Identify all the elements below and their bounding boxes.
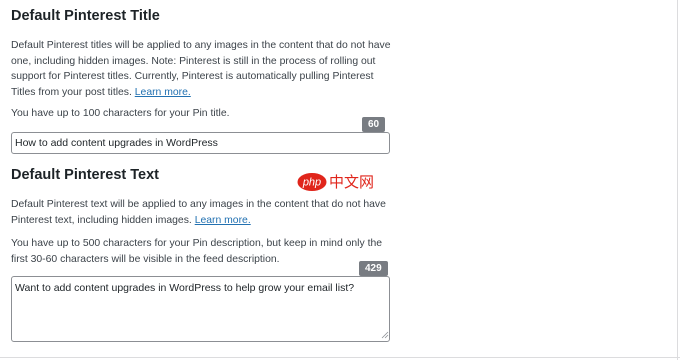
pinterest-text-learn-more-link[interactable]: Learn more. (195, 215, 251, 226)
pinterest-text-limit-note: You have up to 500 characters for your P… (11, 238, 383, 265)
panel-border-right (677, 0, 678, 360)
pinterest-title-description-text: Default Pinterest titles will be applied… (11, 40, 391, 98)
watermark-cn-text: 中文网 (329, 173, 374, 191)
pinterest-title-learn-more-link[interactable]: Learn more. (135, 87, 191, 98)
pinterest-text-heading: Default Pinterest Text (11, 167, 159, 183)
pinterest-title-input[interactable] (11, 132, 390, 154)
settings-panel: Default Pinterest Title Default Pinteres… (0, 0, 680, 360)
pinterest-title-description: Default Pinterest titles will be applied… (11, 38, 396, 100)
pinterest-text-textarea[interactable]: Want to add content upgrades in WordPres… (11, 276, 390, 342)
watermark-brand-text: php (302, 177, 321, 189)
pinterest-title-heading: Default Pinterest Title (11, 8, 160, 24)
pinterest-text-char-counter: 429 (359, 261, 388, 276)
pinterest-text-description: Default Pinterest text will be applied t… (11, 197, 396, 228)
textarea-resize-grip-icon[interactable] (381, 331, 389, 339)
panel-border-bottom (0, 357, 680, 358)
pinterest-title-limit-note: You have up to 100 characters for your P… (11, 108, 230, 119)
pinterest-title-char-counter: 60 (362, 117, 386, 132)
php-watermark-logo: php 中文网 (297, 173, 374, 191)
